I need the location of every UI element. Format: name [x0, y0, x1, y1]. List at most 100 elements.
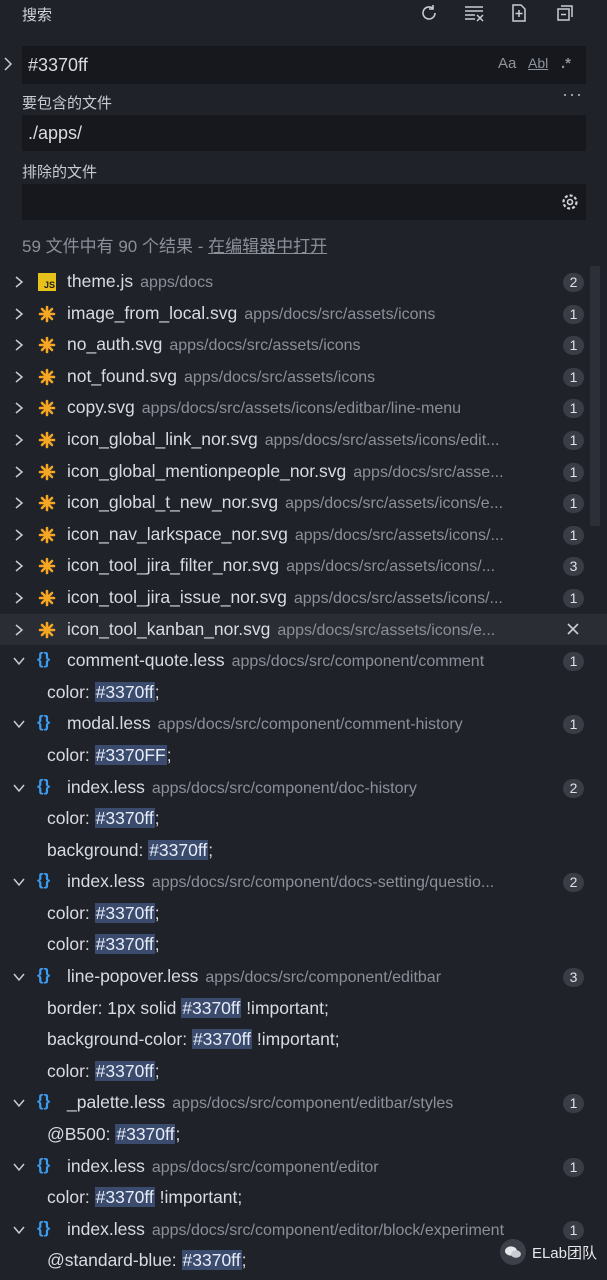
chevron-down-icon[interactable]: [12, 874, 26, 888]
chevron-right-icon[interactable]: [12, 306, 26, 320]
file-row[interactable]: icon_tool_jira_filter_nor.svg apps/docs/s…: [0, 550, 607, 582]
match-suffix: ;: [241, 1250, 247, 1271]
file-name: image_from_local.svg apps/docs/src/assets…: [67, 303, 435, 324]
match-line[interactable]: background: #3370ff;: [0, 835, 607, 867]
file-path: apps/docs/src/assets/icons/editbar/line-…: [141, 400, 462, 418]
file-row[interactable]: icon_tool_kanban_nor.svg apps/docs/src/as…: [0, 613, 607, 646]
file-name-text: icon_nav_larkspace_nor.svg: [67, 523, 288, 544]
file-row[interactable]: icon_global_link_nor.svg apps/docs/src/as…: [0, 424, 607, 456]
chevron-right-icon[interactable]: [12, 369, 26, 383]
match-count-badge: 1: [563, 494, 584, 514]
chevron-right-icon[interactable]: [12, 464, 26, 478]
file-path: apps/docs/src/component/editbar/styles: [172, 1095, 454, 1113]
chevron-right-icon[interactable]: [12, 274, 26, 288]
match-line[interactable]: background-color: #3370ff !important;: [0, 1024, 607, 1056]
exclude-files-input[interactable]: [22, 184, 586, 220]
match-line[interactable]: color: #3370ff;: [0, 1056, 607, 1088]
match-highlight: #3370ff: [94, 902, 155, 923]
match-suffix: !important;: [154, 1187, 243, 1208]
chevron-down-icon[interactable]: [12, 1095, 26, 1109]
refresh-icon[interactable]: [418, 2, 440, 24]
toggle-replace-chevron-icon[interactable]: [2, 54, 14, 79]
file-name-text: icon_tool_jira_issue_nor.svg: [67, 586, 287, 607]
file-row[interactable]: icon_tool_jira_issue_nor.svg apps/docs/sr…: [0, 582, 607, 614]
chevron-right-icon[interactable]: [12, 337, 26, 351]
scrollbar[interactable]: [590, 266, 600, 526]
file-name-text: _palette.less: [67, 1092, 166, 1113]
file-path: apps/docs/src/component/docs-setting/que…: [151, 874, 495, 892]
open-in-editor-link[interactable]: 在编辑器中打开: [208, 237, 327, 256]
file-row[interactable]: JS theme.js apps/docs 2: [0, 266, 607, 298]
file-row[interactable]: not_found.svg apps/docs/src/assets/icons 1: [0, 361, 607, 393]
file-row[interactable]: icon_global_mentionpeople_nor.svg apps/do…: [0, 456, 607, 488]
match-whole-word-toggle[interactable]: Abl: [528, 55, 548, 71]
match-line[interactable]: color: #3370ff;: [0, 677, 607, 709]
match-count-badge: 1: [563, 462, 584, 482]
file-row[interactable]: {} line-popover.less apps/docs/src/compone…: [0, 961, 607, 993]
match-suffix: ;: [154, 902, 160, 923]
match-text: color: #3370ff;: [47, 934, 160, 955]
match-line[interactable]: color: #3370ff;: [0, 803, 607, 835]
chevron-down-icon[interactable]: [12, 780, 26, 794]
file-row[interactable]: {} index.less apps/docs/src/component/doc-…: [0, 772, 607, 804]
search-input[interactable]: #3370ff Aa Abl .*: [22, 46, 586, 84]
match-line[interactable]: color: #3370FF;: [0, 740, 607, 772]
match-count-badge: 1: [563, 525, 584, 545]
match-line[interactable]: @B500: #3370ff;: [0, 1119, 607, 1151]
chevron-down-icon[interactable]: [12, 1159, 26, 1173]
chevron-right-icon[interactable]: [12, 400, 26, 414]
file-name: index.less apps/docs/src/component/editor…: [67, 1219, 504, 1240]
file-row[interactable]: no_auth.svg apps/docs/src/assets/icons 1: [0, 329, 607, 361]
more-options-icon[interactable]: ···: [562, 84, 583, 105]
svg-file-icon: [38, 621, 56, 639]
clear-results-icon[interactable]: [463, 2, 485, 24]
chevron-right-icon[interactable]: [12, 432, 26, 446]
dismiss-close-icon[interactable]: [565, 621, 581, 637]
chevron-right-icon[interactable]: [12, 558, 26, 572]
file-path: apps/docs/src/assets/icons/e...: [277, 621, 496, 639]
chevron-down-icon[interactable]: [12, 969, 26, 983]
match-highlight: #3370ff: [191, 1029, 253, 1050]
file-row[interactable]: {} index.less apps/docs/src/component/edit…: [0, 1151, 607, 1183]
chevron-right-icon[interactable]: [12, 527, 26, 541]
file-path: apps/docs/src/assets/icons/...: [286, 558, 496, 576]
new-search-editor-icon[interactable]: [508, 2, 530, 24]
chevron-right-icon[interactable]: [12, 590, 26, 604]
match-text: @standard-blue: #3370ff;: [47, 1250, 246, 1271]
file-row[interactable]: icon_nav_larkspace_nor.svg apps/docs/src/…: [0, 519, 607, 551]
less-file-icon: {}: [37, 775, 51, 795]
match-count-badge: 1: [563, 652, 584, 672]
match-count-badge: 2: [563, 778, 584, 798]
match-suffix: ;: [175, 1124, 181, 1145]
match-case-toggle[interactable]: Aa: [498, 55, 516, 72]
svg-file-icon: [38, 526, 56, 544]
svg-file-icon: [38, 399, 56, 417]
match-count-badge: 1: [563, 430, 584, 450]
include-files-input[interactable]: ./apps/: [22, 115, 586, 151]
file-name-text: modal.less: [67, 713, 151, 734]
match-line[interactable]: border: 1px solid #3370ff !important;: [0, 993, 607, 1025]
file-row[interactable]: {} modal.less apps/docs/src/component/comm…: [0, 708, 607, 740]
file-name: icon_global_mentionpeople_nor.svg apps/do…: [67, 461, 504, 482]
file-row[interactable]: {} index.less apps/docs/src/component/docs…: [0, 866, 607, 898]
file-row[interactable]: icon_global_t_new_nor.svg apps/docs/src/a…: [0, 487, 607, 519]
chevron-right-icon[interactable]: [12, 495, 26, 509]
match-line[interactable]: color: #3370ff;: [0, 898, 607, 930]
match-line[interactable]: color: #3370ff !important;: [0, 1182, 607, 1214]
chevron-right-icon[interactable]: [12, 622, 26, 636]
collapse-all-icon[interactable]: [554, 2, 576, 24]
file-row[interactable]: {} _palette.less apps/docs/src/component/e…: [0, 1087, 607, 1119]
chevron-down-icon[interactable]: [12, 653, 26, 667]
file-row[interactable]: image_from_local.svg apps/docs/src/assets…: [0, 298, 607, 330]
settings-gear-icon[interactable]: [558, 190, 582, 214]
file-path: apps/docs/src/assets/icons/e...: [285, 495, 504, 513]
file-name-text: icon_global_link_nor.svg: [67, 428, 258, 449]
file-name: icon_nav_larkspace_nor.svg apps/docs/src/…: [67, 524, 504, 545]
file-row[interactable]: {} comment-quote.less apps/docs/src/compon…: [0, 645, 607, 677]
match-count-badge: 3: [563, 968, 584, 988]
file-row[interactable]: copy.svg apps/docs/src/assets/icons/editb…: [0, 392, 607, 424]
use-regex-toggle[interactable]: .*: [561, 55, 571, 72]
chevron-down-icon[interactable]: [12, 716, 26, 730]
chevron-down-icon[interactable]: [12, 1222, 26, 1236]
match-line[interactable]: color: #3370ff;: [0, 929, 607, 961]
